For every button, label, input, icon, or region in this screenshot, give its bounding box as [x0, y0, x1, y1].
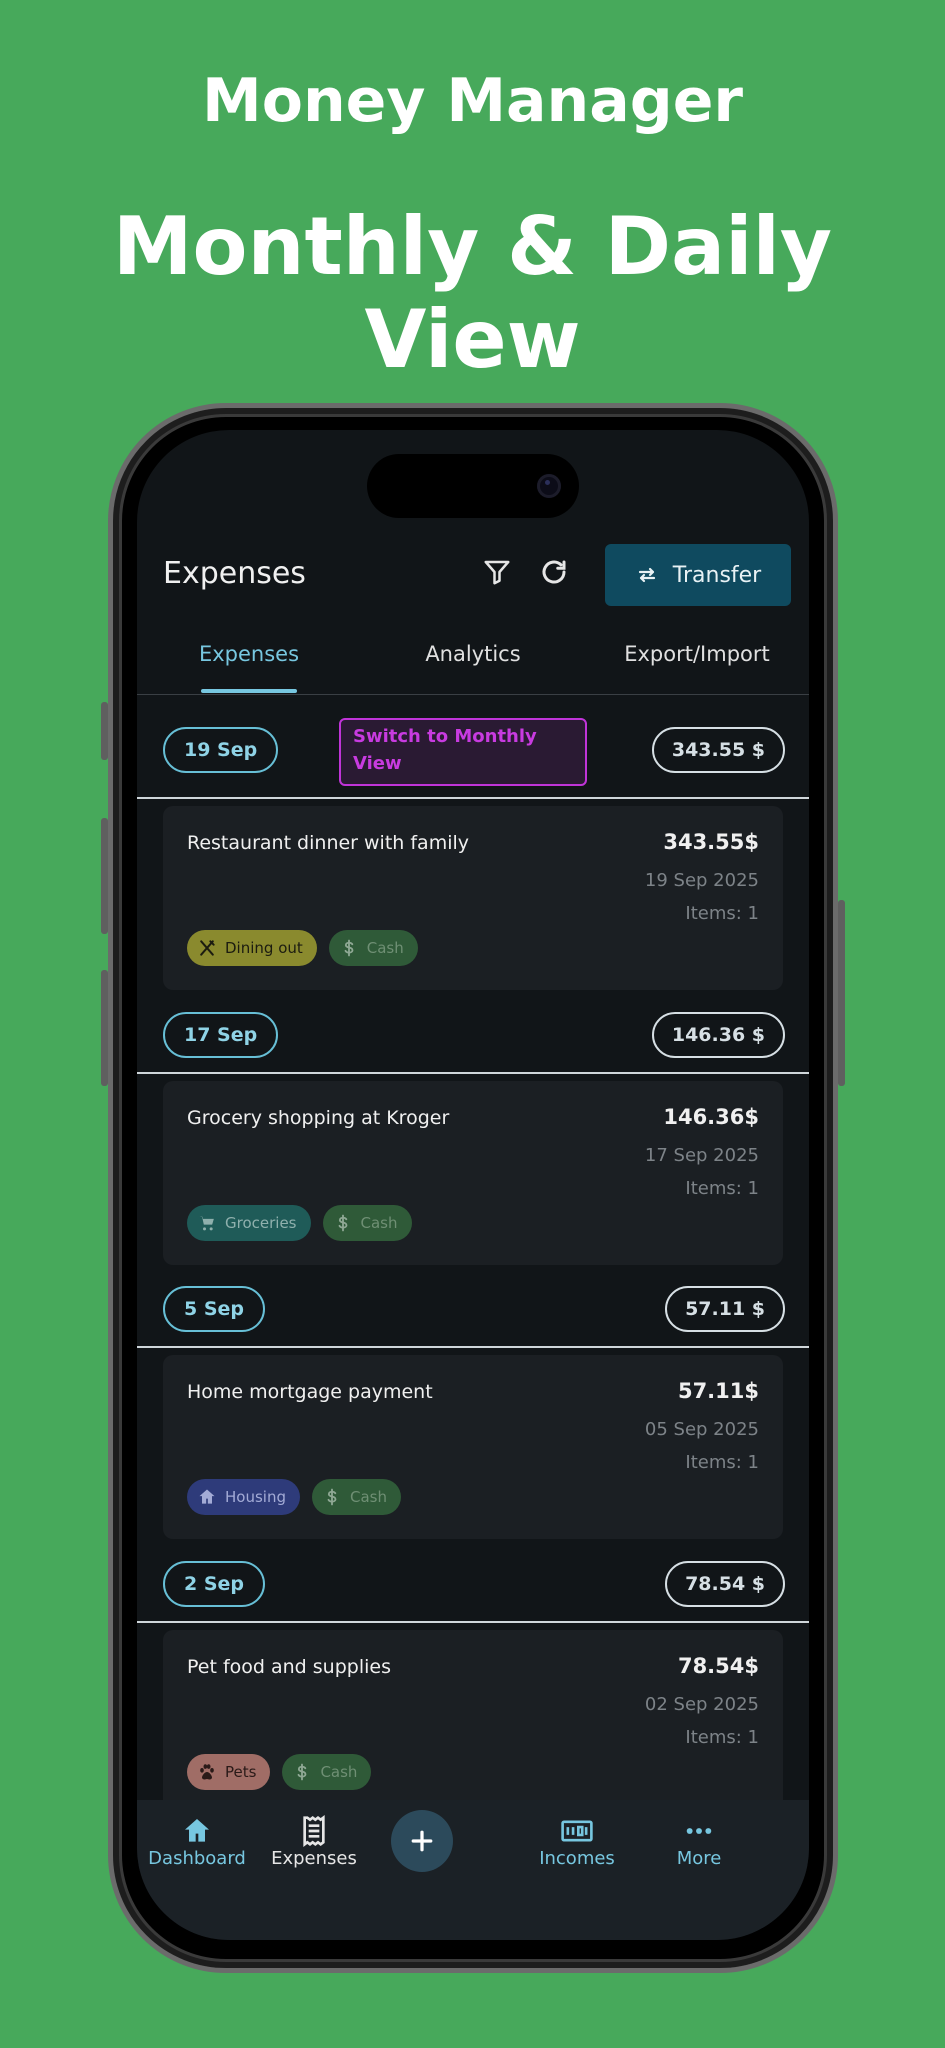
hero-app-name: Money Manager — [202, 66, 743, 136]
dollar-icon — [344, 939, 354, 957]
tab-export-import[interactable]: Export/Import — [587, 642, 807, 666]
expense-card[interactable]: Restaurant dinner with family 343.55$ 19… — [163, 806, 783, 990]
day-divider — [137, 1621, 809, 1623]
day-total-chip: 78.54 $ — [665, 1561, 785, 1607]
add-expense-button[interactable] — [391, 1810, 453, 1872]
expense-date: 02 Sep 2025 — [644, 1694, 759, 1715]
day-total-chip: 57.11 $ — [665, 1286, 785, 1332]
day-chip[interactable]: 2 Sep — [163, 1561, 266, 1607]
category-label: Housing — [225, 1488, 286, 1506]
receipt-icon — [303, 1815, 325, 1847]
phone-action-button — [101, 702, 108, 760]
tab-expenses[interactable]: Expenses — [139, 642, 359, 666]
nav-expenses[interactable]: Expenses — [254, 1814, 374, 1869]
expense-amount: 57.11$ — [677, 1379, 759, 1403]
filter-button[interactable] — [473, 548, 521, 596]
expense-date: 17 Sep 2025 — [644, 1145, 759, 1166]
expense-title: Grocery shopping at Kroger — [187, 1107, 450, 1129]
utensils-icon — [200, 940, 215, 956]
day-divider — [137, 797, 809, 799]
category-chip: Housing — [187, 1479, 300, 1515]
expense-title: Pet food and supplies — [187, 1656, 391, 1678]
transfer-button[interactable]: Transfer — [605, 544, 791, 606]
swap-icon — [638, 567, 655, 583]
day-chip[interactable]: 17 Sep — [163, 1012, 279, 1058]
payment-chip: Cash — [311, 1479, 401, 1515]
expense-title: Restaurant dinner with family — [187, 832, 470, 854]
nav-expenses-label: Expenses — [271, 1848, 357, 1869]
day-divider — [137, 1072, 809, 1074]
nav-incomes[interactable]: Incomes — [517, 1814, 637, 1869]
refresh-icon — [542, 560, 566, 584]
payment-label: Cash — [366, 939, 404, 957]
day-chip[interactable]: 19 Sep — [163, 727, 279, 773]
expense-amount: 146.36$ — [663, 1105, 759, 1129]
dollar-icon — [338, 1214, 347, 1232]
bottom-navigation: Dashboard Expenses Incomes More — [137, 1800, 809, 1940]
category-label: Dining out — [225, 939, 303, 957]
dynamic-island — [367, 454, 579, 518]
day-header: 2 Sep 78.54 $ — [137, 1561, 809, 1613]
refresh-button[interactable] — [530, 548, 578, 596]
transfer-label: Transfer — [672, 562, 762, 588]
page-title: Expenses — [163, 556, 306, 591]
nav-incomes-label: Incomes — [539, 1848, 615, 1869]
expense-date: 05 Sep 2025 — [644, 1419, 759, 1440]
tab-analytics[interactable]: Analytics — [363, 642, 583, 666]
app-screen: Expenses Transfer Expenses Analytics Exp… — [137, 430, 809, 1940]
dollar-icon — [298, 1763, 307, 1781]
category-chip: Pets — [187, 1754, 271, 1790]
day-header: 19 Sep Switch to Monthly View 343.55 $ — [137, 718, 809, 786]
cart-icon — [199, 1216, 214, 1231]
expense-date: 19 Sep 2025 — [644, 870, 759, 891]
expense-card[interactable]: Home mortgage payment 57.11$ 05 Sep 2025… — [163, 1355, 783, 1539]
tabs-divider — [137, 694, 809, 695]
more-icon — [686, 1828, 712, 1834]
payment-chip: Cash — [282, 1754, 372, 1790]
expense-items-count: Items: 1 — [685, 1452, 759, 1473]
payment-chip: Cash — [322, 1205, 412, 1241]
camera-icon — [537, 474, 561, 498]
switch-to-monthly-button[interactable]: Switch to Monthly View — [339, 718, 587, 786]
payment-label: Cash — [320, 1763, 358, 1781]
payment-label: Cash — [360, 1214, 398, 1232]
phone-volume-up — [101, 818, 108, 934]
paw-icon — [200, 1764, 214, 1780]
expense-amount: 343.55$ — [663, 830, 759, 854]
category-label: Groceries — [225, 1214, 297, 1232]
category-label: Pets — [225, 1763, 257, 1781]
payment-label: Cash — [349, 1488, 387, 1506]
day-header: 17 Sep 146.36 $ — [137, 1012, 809, 1064]
nav-dashboard[interactable]: Dashboard — [137, 1814, 257, 1869]
nav-more-label: More — [676, 1848, 722, 1869]
day-total-chip: 343.55 $ — [651, 727, 785, 773]
nav-dashboard-label: Dashboard — [148, 1848, 246, 1869]
expense-items-count: Items: 1 — [685, 903, 759, 924]
dollar-icon — [327, 1488, 337, 1506]
filter-icon — [484, 560, 510, 585]
payment-chip: Cash — [328, 930, 418, 966]
expense-items-count: Items: 1 — [685, 1178, 759, 1199]
home-icon — [185, 1819, 209, 1842]
expense-card[interactable]: Pet food and supplies 78.54$ 02 Sep 2025… — [163, 1630, 783, 1814]
cash-icon — [561, 1820, 593, 1842]
day-total-chip: 146.36 $ — [651, 1012, 785, 1058]
phone-volume-down — [101, 970, 108, 1086]
hero-headline: Monthly & Daily View — [112, 200, 833, 386]
day-chip[interactable]: 5 Sep — [163, 1286, 266, 1332]
category-chip: Groceries — [187, 1205, 311, 1241]
category-chip: Dining out — [187, 930, 317, 966]
home-icon — [199, 1489, 215, 1504]
day-divider — [137, 1346, 809, 1348]
expense-items-count: Items: 1 — [685, 1727, 759, 1748]
plus-icon — [411, 1830, 433, 1852]
phone-power-button — [838, 900, 845, 1086]
expense-card[interactable]: Grocery shopping at Kroger 146.36$ 17 Se… — [163, 1081, 783, 1265]
expense-amount: 78.54$ — [677, 1654, 759, 1678]
nav-more[interactable]: More — [639, 1814, 759, 1869]
day-header: 5 Sep 57.11 $ — [137, 1286, 809, 1338]
expense-title: Home mortgage payment — [187, 1381, 433, 1403]
tab-indicator — [201, 689, 297, 693]
